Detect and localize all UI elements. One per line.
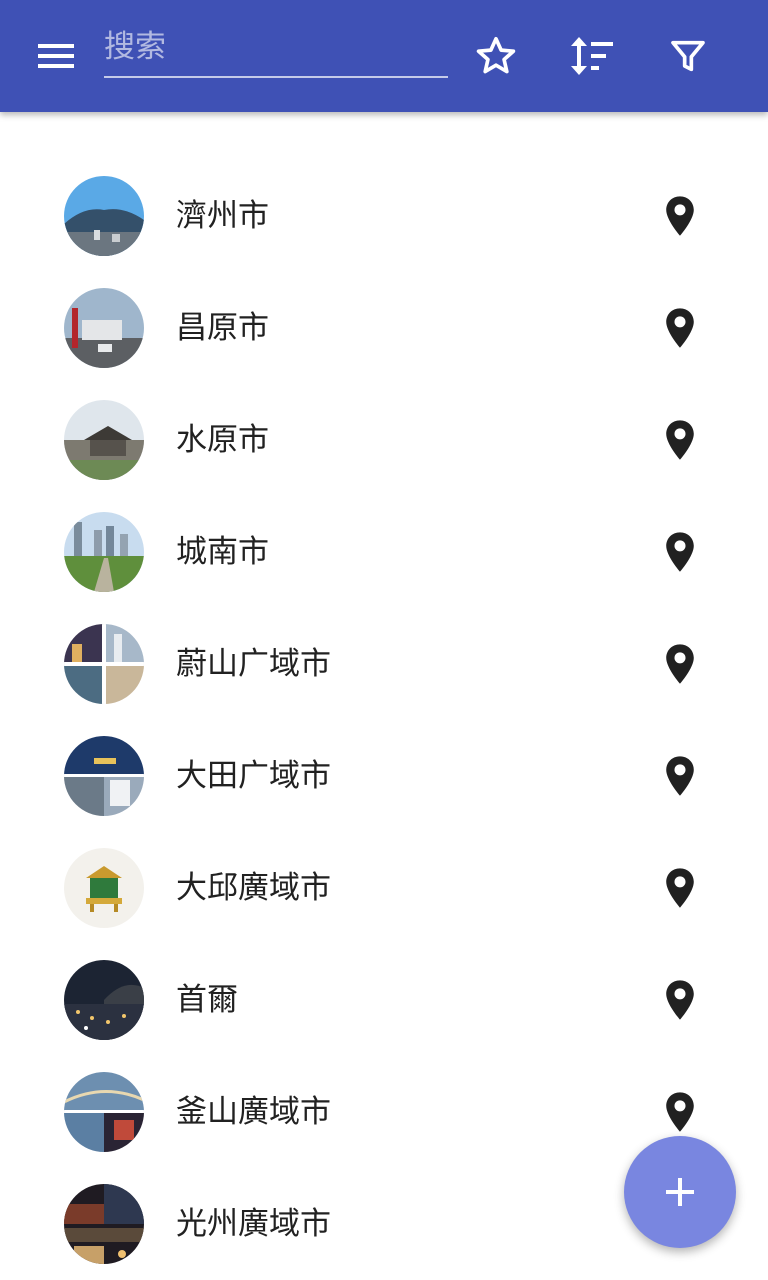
city-thumbnail	[64, 1184, 144, 1264]
locate-button[interactable]	[656, 416, 704, 464]
city-name: 昌原市	[176, 310, 269, 346]
search-box	[104, 22, 448, 82]
locate-button[interactable]	[656, 304, 704, 352]
city-name: 水原市	[176, 422, 269, 458]
list-item[interactable]: 城南市	[0, 496, 768, 608]
locate-button[interactable]	[656, 1088, 704, 1136]
locate-button[interactable]	[656, 192, 704, 240]
map-pin-icon	[666, 532, 694, 572]
locate-button[interactable]	[656, 976, 704, 1024]
map-pin-icon	[666, 980, 694, 1020]
city-thumbnail	[64, 848, 144, 928]
star-outline-icon	[476, 36, 516, 74]
locate-button[interactable]	[656, 752, 704, 800]
sort-icon	[571, 37, 613, 75]
plus-icon	[666, 1178, 694, 1206]
favorites-button[interactable]	[468, 28, 524, 84]
city-name: 光州廣域市	[176, 1206, 331, 1242]
filter-button[interactable]	[660, 28, 716, 84]
search-input[interactable]	[104, 22, 448, 78]
locate-button[interactable]	[656, 864, 704, 912]
map-pin-icon	[666, 868, 694, 908]
city-name: 大田广域市	[176, 758, 331, 794]
add-button[interactable]	[624, 1136, 736, 1248]
map-pin-icon	[666, 308, 694, 348]
list-item[interactable]: 昌原市	[0, 272, 768, 384]
list-item[interactable]: 大田广域市	[0, 720, 768, 832]
city-thumbnail	[64, 176, 144, 256]
city-thumbnail	[64, 288, 144, 368]
city-name: 大邱廣域市	[176, 870, 331, 906]
map-pin-icon	[666, 420, 694, 460]
city-thumbnail	[64, 512, 144, 592]
city-name: 城南市	[176, 534, 269, 570]
city-thumbnail	[64, 960, 144, 1040]
list-item[interactable]: 水原市	[0, 384, 768, 496]
city-name: 釜山廣域市	[176, 1094, 331, 1130]
city-thumbnail	[64, 400, 144, 480]
sort-button[interactable]	[564, 28, 620, 84]
menu-button[interactable]	[24, 32, 88, 80]
map-pin-icon	[666, 644, 694, 684]
list-item[interactable]: 蔚山广域市	[0, 608, 768, 720]
filter-icon	[671, 40, 705, 72]
city-name: 濟州市	[176, 198, 269, 234]
city-name: 蔚山广域市	[176, 646, 331, 682]
city-thumbnail	[64, 736, 144, 816]
map-pin-icon	[666, 196, 694, 236]
city-thumbnail	[64, 1072, 144, 1152]
menu-icon	[38, 44, 74, 68]
city-thumbnail	[64, 624, 144, 704]
locate-button[interactable]	[656, 528, 704, 576]
list-item[interactable]: 濟州市	[0, 160, 768, 272]
locate-button[interactable]	[656, 640, 704, 688]
map-pin-icon	[666, 1092, 694, 1132]
list-item[interactable]: 首爾	[0, 944, 768, 1056]
city-name: 首爾	[176, 982, 238, 1018]
map-pin-icon	[666, 756, 694, 796]
list-item[interactable]: 大邱廣域市	[0, 832, 768, 944]
app-bar	[0, 0, 768, 112]
